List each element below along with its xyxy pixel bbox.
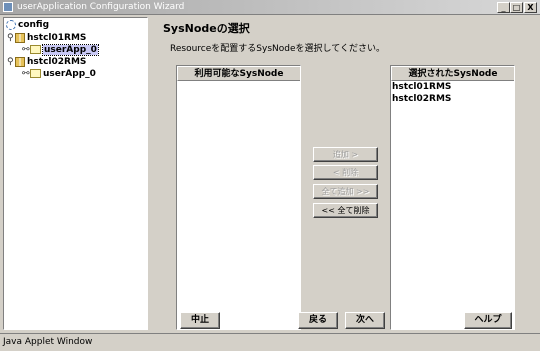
tree-app-1[interactable]: ⚯ userApp_0 (22, 44, 99, 56)
add-all-button[interactable]: 全て追加 >> (313, 184, 378, 199)
list-item[interactable]: hstcl02RMS (391, 93, 514, 105)
page-title: SysNodeの選択 (163, 22, 250, 35)
tree-app-2-label: userApp_0 (43, 69, 96, 79)
config-icon (6, 19, 16, 30)
available-list-header: 利用可能なSysNode (177, 66, 300, 81)
config-tree[interactable]: config ⚲ hstcl01RMS ⚯ userApp_0 ⚲ hstcl02RM… (3, 17, 148, 330)
expand-key-icon[interactable]: ⚲ (7, 33, 15, 43)
cancel-button[interactable]: 中止 (180, 312, 220, 329)
help-button[interactable]: ヘルプ (464, 312, 512, 329)
java-app-icon (3, 2, 13, 12)
host-icon (15, 32, 25, 43)
available-sysnode-list[interactable]: 利用可能なSysNode (176, 65, 301, 330)
folder-icon (30, 69, 41, 78)
list-item[interactable]: hstcl01RMS (391, 81, 514, 93)
expand-key-icon[interactable]: ⚯ (22, 45, 30, 55)
status-bar: Java Applet Window (0, 333, 540, 351)
close-button[interactable]: X (524, 2, 537, 13)
selected-sysnode-list[interactable]: 選択されたSysNode hstcl01RMS hstcl02RMS (390, 65, 515, 330)
selected-list-header: 選択されたSysNode (391, 66, 514, 81)
tree-root[interactable]: config (6, 19, 49, 31)
expand-key-icon[interactable]: ⚲ (7, 57, 15, 67)
status-text: Java Applet Window (3, 337, 93, 347)
tree-app-2[interactable]: ⚯ userApp_0 (22, 68, 96, 80)
window-title: userApplication Configuration Wizard (17, 2, 185, 12)
remove-button[interactable]: < 削除 (313, 165, 378, 180)
host-icon (15, 56, 25, 67)
tree-app-1-label: userApp_0 (42, 44, 99, 56)
tree-host-2[interactable]: ⚲ hstcl02RMS (7, 56, 86, 68)
remove-all-button[interactable]: << 全て削除 (313, 203, 378, 218)
tree-host-2-label: hstcl02RMS (27, 57, 87, 67)
minimize-button[interactable]: _ (497, 2, 510, 13)
maximize-button[interactable]: □ (510, 2, 523, 13)
folder-icon (30, 45, 41, 54)
expand-key-icon[interactable]: ⚯ (22, 69, 30, 79)
title-bar: userApplication Configuration Wizard _ □… (0, 0, 540, 15)
tree-root-label: config (18, 20, 50, 30)
next-button[interactable]: 次へ (345, 312, 385, 329)
add-button[interactable]: 追加 > (313, 147, 378, 162)
tree-host-1-label: hstcl01RMS (27, 33, 87, 43)
tree-host-1[interactable]: ⚲ hstcl01RMS (7, 32, 86, 44)
back-button[interactable]: 戻る (298, 312, 338, 329)
instruction-text: Resourceを配置するSysNodeを選択してください。 (170, 44, 385, 54)
